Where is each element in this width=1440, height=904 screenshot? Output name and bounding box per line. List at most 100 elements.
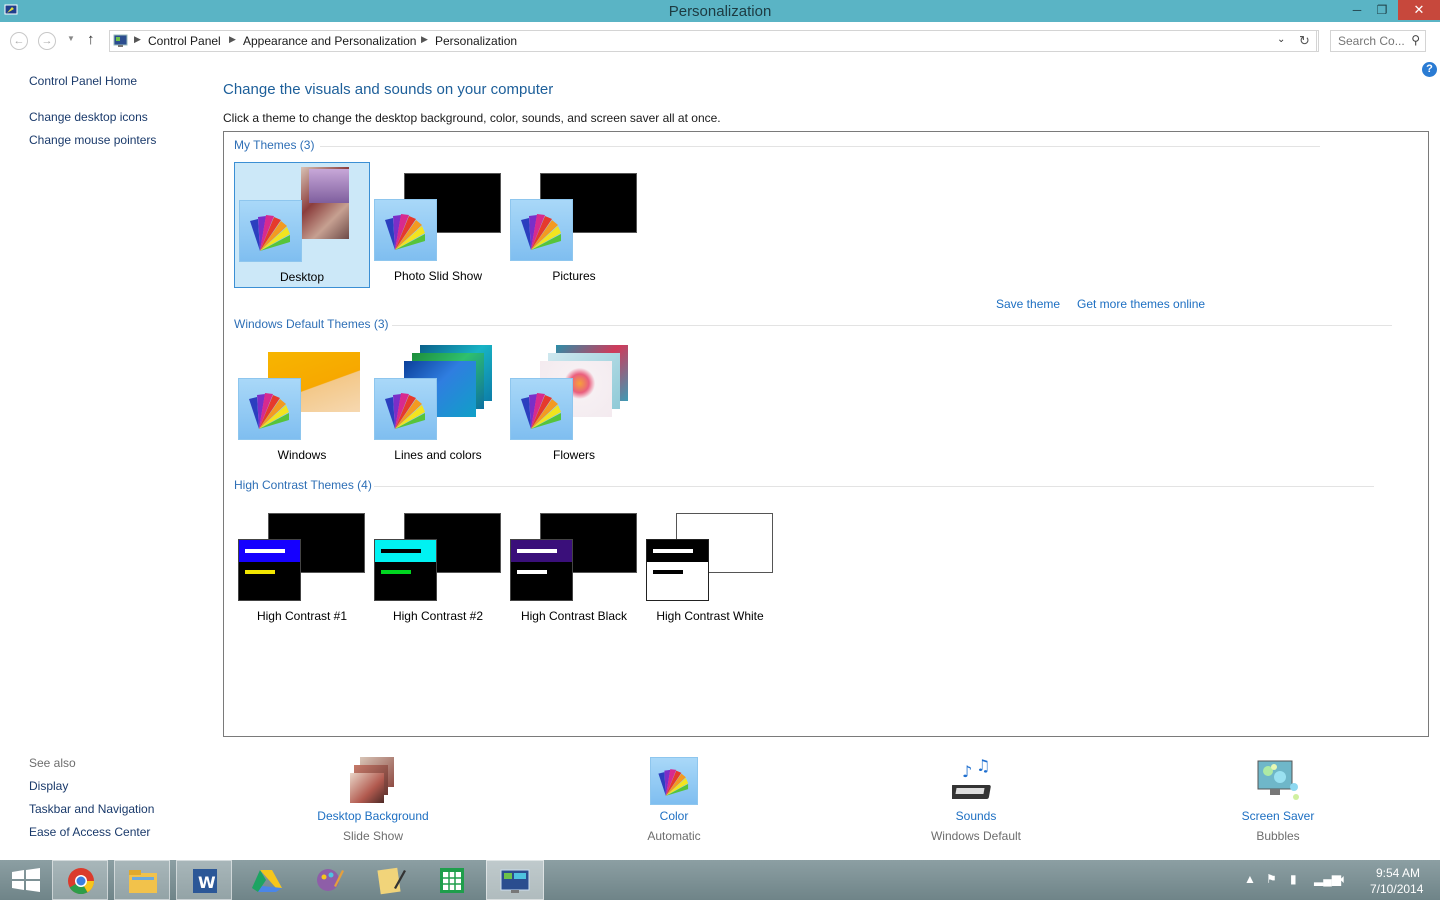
spreadsheet-taskbar-button[interactable] — [424, 860, 480, 900]
screen-saver-label[interactable]: Screen Saver — [1198, 809, 1358, 823]
color-swatch — [510, 199, 573, 261]
theme-high-contrast-2[interactable]: High Contrast #2 — [370, 502, 506, 628]
address-dropdown-button[interactable]: ⌄ — [1277, 34, 1285, 45]
get-more-themes-link[interactable]: Get more themes online — [1077, 297, 1205, 311]
hc2-swatch — [374, 539, 437, 601]
color-swatch — [510, 378, 573, 440]
desktop-background-label[interactable]: Desktop Background — [293, 809, 453, 823]
title-bar: Personalization ─ ❐ ✕ — [0, 0, 1440, 22]
photo-stack-image — [309, 169, 349, 203]
ease-of-access-link[interactable]: Ease of Access Center — [29, 825, 150, 839]
group-header-my-themes[interactable]: My Themes (3) — [234, 138, 314, 152]
change-mouse-pointers-link[interactable]: Change mouse pointers — [29, 133, 156, 147]
theme-lines-and-colors[interactable]: Lines and colors — [370, 341, 506, 467]
breadcrumb-appearance[interactable]: Appearance and Personalization — [243, 34, 416, 48]
sounds-label[interactable]: Sounds — [896, 809, 1056, 823]
color-swatch — [374, 199, 437, 261]
start-button[interactable] — [0, 860, 56, 900]
control-panel-home-link[interactable]: Control Panel Home — [29, 74, 137, 88]
restore-button[interactable]: ❐ — [1368, 0, 1396, 20]
recent-locations-dropdown[interactable]: ▼ — [67, 34, 75, 43]
close-button[interactable]: ✕ — [1398, 0, 1440, 20]
volume-icon[interactable]: 🔈︎ — [1340, 872, 1347, 887]
refresh-button[interactable]: ↻ — [1293, 30, 1317, 52]
breadcrumb-control-panel[interactable]: Control Panel — [148, 34, 221, 48]
paint-taskbar-button[interactable] — [300, 860, 356, 900]
restore-icon: ❐ — [1376, 3, 1388, 17]
screen-saver-value: Bubbles — [1256, 829, 1300, 843]
window-title: Personalization — [668, 3, 772, 20]
up-button[interactable]: ↑ — [87, 31, 95, 48]
color-swatch — [239, 200, 302, 262]
theme-label: High Contrast #1 — [256, 609, 348, 623]
color-item[interactable]: Color Automatic — [594, 757, 754, 843]
color-fan-icon — [521, 214, 561, 250]
help-icon[interactable]: ? — [1422, 62, 1437, 77]
google-drive-taskbar-button[interactable] — [238, 860, 294, 900]
taskbar: W ▲ ⚑ ▮ ▂▄▆ 🔈︎ 9:54 AM 7/10/2014 — [0, 860, 1440, 900]
desktop-background-item[interactable]: Desktop Background Slide Show — [293, 757, 453, 843]
breadcrumb-separator-icon: ▶ — [421, 34, 428, 44]
theme-pictures[interactable]: Pictures — [506, 162, 642, 288]
theme-windows[interactable]: Windows — [234, 341, 370, 467]
svg-text:♪: ♪ — [962, 762, 972, 781]
word-taskbar-button[interactable]: W — [176, 860, 232, 900]
svg-text:W: W — [198, 873, 216, 892]
back-arrow-icon: ← — [13, 35, 25, 47]
hc1-swatch — [238, 539, 301, 601]
desktop-background-value: Slide Show — [342, 829, 404, 843]
theme-label: Pictures — [552, 269, 596, 283]
theme-label: Windows — [277, 448, 327, 462]
theme-photo-slid-show[interactable]: Photo Slid Show — [370, 162, 506, 288]
breadcrumb-personalization[interactable]: Personalization — [435, 34, 517, 48]
show-hidden-icons-button[interactable]: ▲ — [1244, 872, 1256, 886]
color-icon — [650, 757, 698, 805]
control-panel-icon — [500, 869, 530, 893]
theme-flowers[interactable]: Flowers — [506, 341, 642, 467]
breadcrumb-separator-icon: ▶ — [229, 34, 236, 44]
display-link[interactable]: Display — [29, 779, 68, 793]
theme-high-contrast-black[interactable]: High Contrast Black — [506, 502, 642, 628]
sounds-item[interactable]: ♪ ♫ Sounds Windows Default — [896, 757, 1056, 843]
search-icon[interactable]: ⚲ — [1411, 33, 1420, 47]
screen-saver-icon — [1257, 760, 1299, 800]
theme-label: Photo Slid Show — [393, 269, 483, 283]
refresh-icon: ↻ — [1299, 33, 1310, 48]
sounds-icon: ♪ ♫ — [952, 757, 991, 799]
search-box: ⚲ — [1330, 30, 1426, 52]
power-icon[interactable]: ▮ — [1290, 872, 1297, 886]
chrome-taskbar-button[interactable] — [52, 860, 108, 900]
chrome-icon — [68, 868, 95, 895]
group-divider — [374, 486, 1374, 487]
minimize-button[interactable]: ─ — [1343, 0, 1371, 20]
page-description: Click a theme to change the desktop back… — [223, 111, 721, 125]
change-desktop-icons-link[interactable]: Change desktop icons — [29, 110, 148, 124]
theme-high-contrast-1[interactable]: High Contrast #1 — [234, 502, 370, 628]
color-fan-icon — [250, 215, 290, 251]
group-header-high-contrast[interactable]: High Contrast Themes (4) — [234, 478, 372, 492]
back-button[interactable]: ← — [10, 32, 28, 50]
action-center-icon[interactable]: ⚑ — [1266, 872, 1277, 886]
address-bar[interactable]: ▶ Control Panel ▶ Appearance and Persona… — [109, 30, 1319, 52]
taskbar-navigation-link[interactable]: Taskbar and Navigation — [29, 802, 154, 816]
save-theme-link[interactable]: Save theme — [996, 297, 1060, 311]
search-input[interactable] — [1331, 31, 1405, 51]
network-signal-icon[interactable]: ▂▄▆ — [1314, 872, 1341, 886]
screen-saver-item[interactable]: Screen Saver Bubbles — [1198, 757, 1358, 843]
clock-date[interactable]: 7/10/2014 — [1370, 882, 1423, 896]
clock-time[interactable]: 9:54 AM — [1376, 866, 1420, 880]
file-explorer-taskbar-button[interactable] — [114, 860, 170, 900]
group-divider — [320, 146, 1320, 147]
theme-desktop[interactable]: Desktop — [234, 162, 370, 288]
theme-high-contrast-white[interactable]: High Contrast White — [642, 502, 778, 628]
color-label[interactable]: Color — [594, 809, 754, 823]
group-header-windows-default[interactable]: Windows Default Themes (3) — [234, 317, 389, 331]
desktop-background-icon — [350, 757, 396, 803]
forward-button[interactable]: → — [38, 32, 56, 50]
notepad-taskbar-button[interactable] — [362, 860, 418, 900]
breadcrumb-separator-icon: ▶ — [134, 34, 141, 44]
control-panel-taskbar-button[interactable] — [486, 860, 544, 900]
chevron-down-icon: ⌄ — [1277, 34, 1286, 45]
group-divider — [392, 325, 1392, 326]
close-icon: ✕ — [1413, 2, 1425, 17]
